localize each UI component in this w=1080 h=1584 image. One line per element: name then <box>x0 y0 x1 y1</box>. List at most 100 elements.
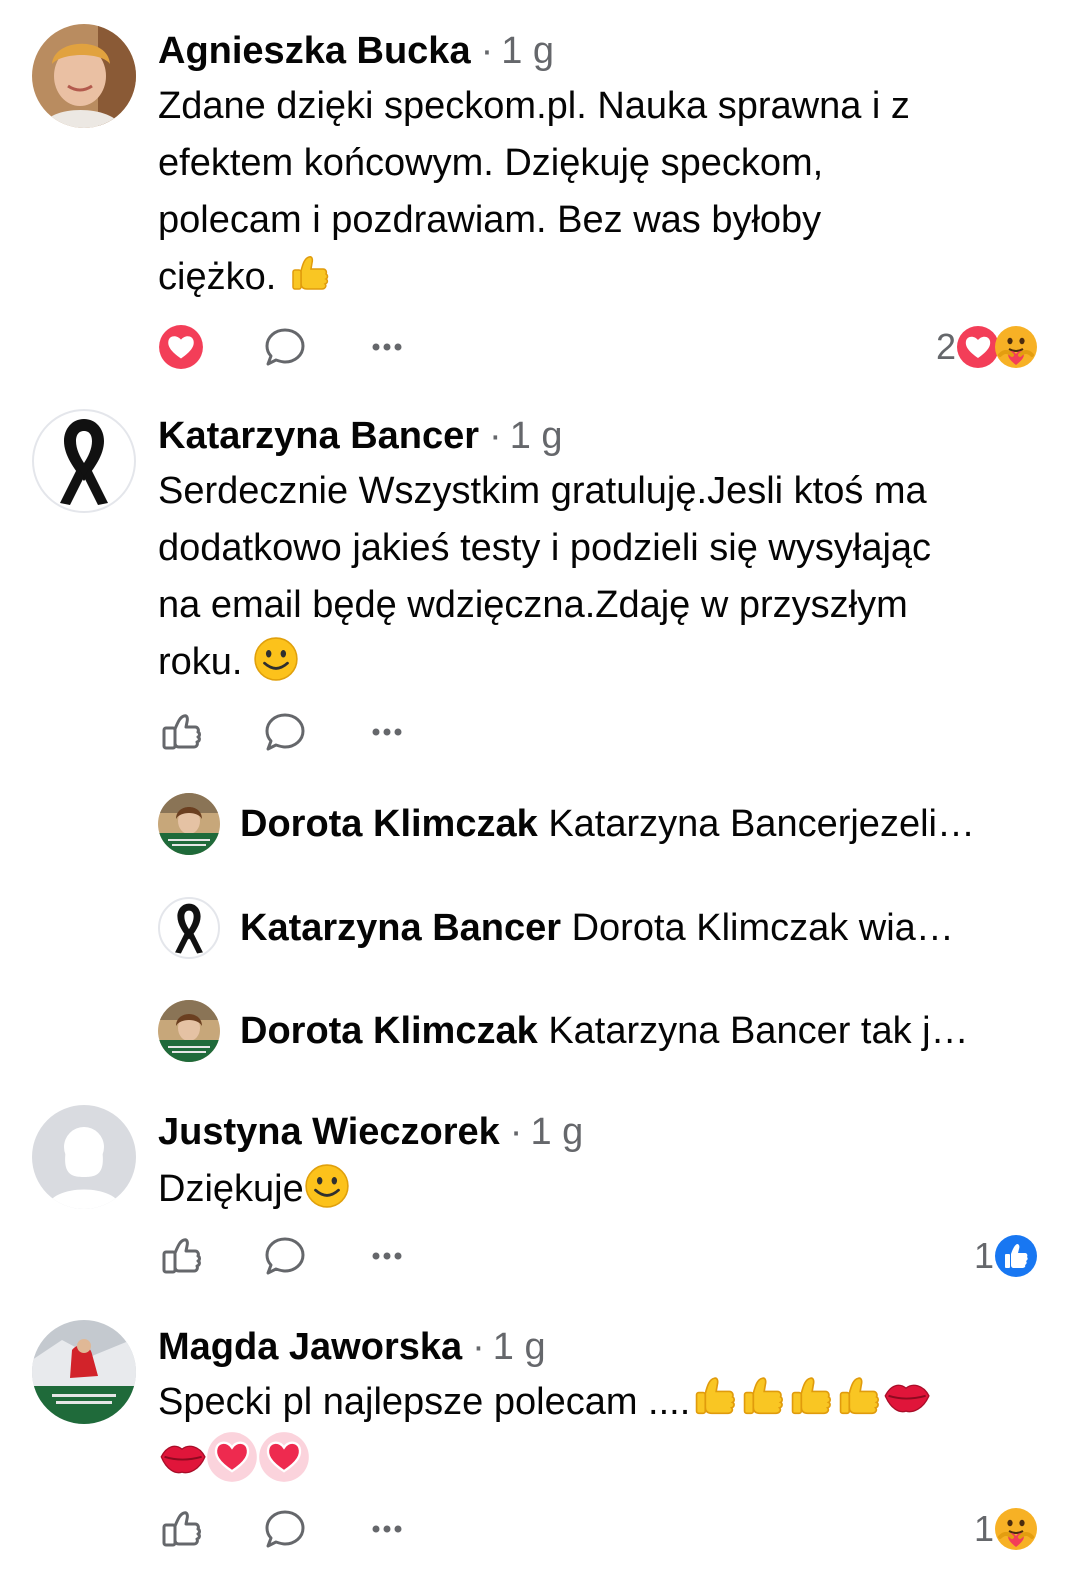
author-name[interactable]: Magda Jaworska <box>158 1326 462 1368</box>
more-dots-icon <box>372 1525 402 1533</box>
like-button[interactable] <box>158 709 204 755</box>
comment-text: Dziękuje <box>158 1161 1038 1218</box>
comment: Magda Jaworska · 1 g Specki pl najlepsze p… <box>0 1300 1080 1584</box>
comment-line: efektem końcowym. Dziękuję speckom, <box>158 142 824 184</box>
reaction-count: 2 <box>935 326 956 367</box>
comment-header: Justyna Wieczorek · 1 g <box>158 1109 583 1155</box>
reaction-count: 1 <box>973 1508 994 1549</box>
comment-text: Serdecznie Wszystkim gratuluję.Jesli kto… <box>158 463 1038 691</box>
more-dots-icon <box>372 343 402 351</box>
separator-dot: · <box>489 415 502 457</box>
avatar[interactable] <box>32 409 136 513</box>
comment-line: Specki pl najlepsze polecam .... <box>158 1374 1038 1431</box>
comment-bubble-icon <box>265 1237 305 1275</box>
comment-line: Zdane dzięki speckom.pl. Nauka sprawna i… <box>158 85 910 127</box>
comment-line: polecam i pozdrawiam. Bez was byłoby <box>158 199 822 241</box>
comment-bubble-icon <box>265 713 305 751</box>
reply-preview: Katarzyna Bancerjezeli… <box>548 803 975 845</box>
growing-heart-emoji-icon <box>258 1431 310 1483</box>
kiss-mark-emoji-icon <box>160 1445 206 1474</box>
author-name[interactable]: Justyna Wieczorek <box>158 1111 500 1153</box>
comment: Agnieszka Bucka · 1 g Zdane dzięki speckom… <box>0 0 1080 385</box>
comment-line <box>158 1431 1038 1492</box>
heart-reaction-icon <box>159 325 203 369</box>
reply-preview: Dorota Klimczak wia… <box>571 907 954 949</box>
separator-dot: · <box>509 1111 523 1153</box>
smiley-emoji-icon <box>304 1163 350 1209</box>
thumbs-up-emoji-icon <box>292 256 329 290</box>
reply-button[interactable] <box>262 709 308 755</box>
comment-bubble-icon <box>265 328 305 366</box>
reply-author[interactable]: Dorota Klimczak <box>240 803 538 845</box>
comment-header: Agnieszka Bucka · 1 g <box>158 28 554 74</box>
avatar[interactable] <box>32 24 136 128</box>
care-reaction-icon <box>994 325 1038 369</box>
care-reaction-icon <box>994 1507 1038 1551</box>
comment-line: roku. <box>158 634 1038 691</box>
comment-actions: 1 <box>158 1233 1038 1279</box>
author-name[interactable]: Katarzyna Bancer <box>158 415 479 457</box>
comment-text: Zdane dzięki speckom.pl. Nauka sprawna i… <box>158 78 1038 306</box>
comment: Justyna Wieczorek · 1 g Dziękuje 1 <box>0 1085 1080 1300</box>
reply-avatar[interactable] <box>158 1000 220 1062</box>
reply-text: Dorota Klimczak Katarzyna Bancerjezeli… <box>240 801 1030 847</box>
reply-avatar[interactable] <box>158 897 220 959</box>
reply-avatar[interactable] <box>158 793 220 855</box>
reply-author[interactable]: Katarzyna Bancer <box>240 907 561 949</box>
thumbs-up-icon <box>162 1511 201 1547</box>
reply-author[interactable]: Dorota Klimczak <box>240 1010 538 1052</box>
comment-header: Magda Jaworska · 1 g <box>158 1324 546 1370</box>
thumbs-up-emoji-icon <box>840 1377 880 1415</box>
comment-text: Specki pl najlepsze polecam .... <box>158 1374 1038 1492</box>
comment-actions: 2 <box>158 324 1038 370</box>
more-options-button[interactable] <box>364 1506 410 1552</box>
comment-actions: 1 <box>158 1506 1038 1552</box>
reaction-summary[interactable]: 1 <box>974 1233 1038 1279</box>
timestamp[interactable]: 1 g <box>493 1326 546 1368</box>
like-reaction-icon <box>995 1235 1037 1277</box>
reaction-summary[interactable]: 2 <box>936 324 1038 370</box>
growing-heart-emoji-icon <box>206 1431 258 1483</box>
reply-item[interactable]: Dorota Klimczak Katarzyna Bancer tak j… <box>158 1000 1038 1066</box>
smiley-emoji-icon <box>253 636 299 682</box>
reply-preview: Katarzyna Bancer tak j… <box>548 1010 969 1052</box>
timestamp[interactable]: 1 g <box>530 1111 583 1153</box>
kiss-mark-emoji-icon <box>884 1384 931 1413</box>
comment-header: Katarzyna Bancer · 1 g <box>158 413 563 459</box>
more-dots-icon <box>372 728 402 736</box>
like-button[interactable] <box>158 1233 204 1279</box>
reply-text: Katarzyna Bancer Dorota Klimczak wia… <box>240 905 1030 951</box>
thumbs-up-emoji-icon <box>696 1377 736 1415</box>
avatar[interactable] <box>32 1105 136 1209</box>
like-button[interactable] <box>158 1506 204 1552</box>
comment-bubble-icon <box>265 1510 305 1548</box>
more-options-button[interactable] <box>364 1233 410 1279</box>
reply-text: Dorota Klimczak Katarzyna Bancer tak j… <box>240 1008 1030 1054</box>
comment-line: dodatkowo jakieś testy i podzieli się wy… <box>158 527 932 569</box>
reaction-count: 1 <box>973 1235 994 1276</box>
more-options-button[interactable] <box>364 324 410 370</box>
timestamp[interactable]: 1 g <box>501 30 554 72</box>
like-button[interactable] <box>158 324 204 370</box>
reply-button[interactable] <box>262 324 308 370</box>
author-name[interactable]: Agnieszka Bucka <box>158 30 471 72</box>
comment: Katarzyna Bancer · 1 g Serdecznie Wszystki… <box>0 385 1080 1085</box>
thumbs-up-icon <box>162 1238 201 1274</box>
separator-dot: · <box>472 1326 485 1368</box>
thumbs-up-emoji-icon <box>792 1377 832 1415</box>
timestamp[interactable]: 1 g <box>510 415 563 457</box>
reply-item[interactable]: Dorota Klimczak Katarzyna Bancerjezeli… <box>158 793 1038 859</box>
comment-line: ciężko. <box>158 249 1038 306</box>
comment-line: Serdecznie Wszystkim gratuluję.Jesli kto… <box>158 470 927 512</box>
avatar[interactable] <box>32 1320 136 1424</box>
comment-actions <box>158 709 1038 755</box>
comment-line: Dziękuje <box>158 1161 1038 1218</box>
more-options-button[interactable] <box>364 709 410 755</box>
more-dots-icon <box>372 1252 402 1260</box>
thumbs-up-icon <box>162 714 201 750</box>
reply-item[interactable]: Katarzyna Bancer Dorota Klimczak wia… <box>158 897 1038 963</box>
separator-dot: · <box>480 30 494 72</box>
reply-button[interactable] <box>262 1233 308 1279</box>
reaction-summary[interactable]: 1 <box>974 1506 1038 1552</box>
reply-button[interactable] <box>262 1506 308 1552</box>
